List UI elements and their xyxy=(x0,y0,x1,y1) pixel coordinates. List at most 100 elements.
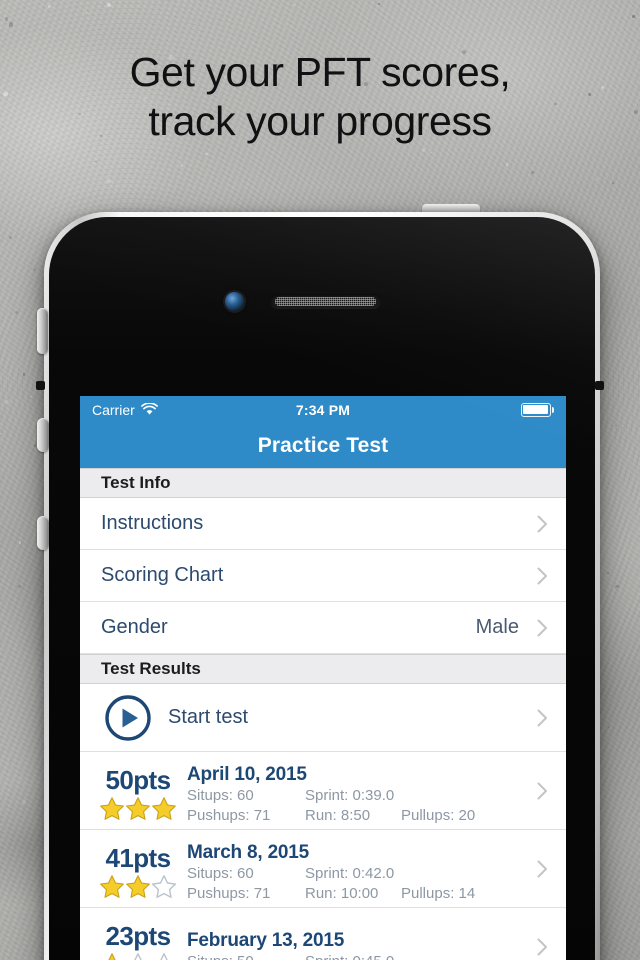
mute-switch[interactable] xyxy=(37,308,48,354)
result-stat: Run: 8:50 xyxy=(305,806,371,824)
texture-speck xyxy=(85,12,87,14)
left-antenna-band xyxy=(36,381,45,390)
chevron-right-icon xyxy=(537,619,547,636)
carrier-indicator: Carrier xyxy=(92,402,158,418)
row-scoring-chart[interactable]: Scoring Chart xyxy=(80,550,566,602)
star-empty-icon xyxy=(152,874,176,898)
section-header-test-results: Test Results xyxy=(80,654,566,684)
front-camera-icon xyxy=(225,292,244,311)
status-bar: Carrier 7:34 PM xyxy=(80,396,566,423)
result-stat: Situps: 60 xyxy=(187,864,254,882)
result-details: March 8, 2015 Situps: 60 Sprint: 0:42.0 Pus… xyxy=(187,830,537,907)
star-filled-icon xyxy=(152,796,176,820)
result-stat: Sprint: 0:45.0 xyxy=(305,952,394,960)
chevron-right-icon xyxy=(537,515,547,532)
texture-speck xyxy=(47,4,51,9)
battery-body xyxy=(520,402,551,417)
texture-speck xyxy=(179,163,183,167)
result-details: April 10, 2015 Situps: 60 Sprint: 0:39.0 Pu… xyxy=(187,752,537,829)
promo-headline-line-1: Get your PFT scores, xyxy=(129,49,511,95)
volume-up-button[interactable] xyxy=(37,418,49,452)
battery-full-icon xyxy=(520,402,554,417)
texture-speck xyxy=(445,20,448,23)
star-empty-icon xyxy=(133,952,143,960)
result-date: April 10, 2015 xyxy=(187,763,307,785)
star-rating xyxy=(99,796,177,821)
star-rating xyxy=(99,952,177,960)
row-accessory xyxy=(537,908,548,960)
row-accessory xyxy=(537,752,548,829)
page-title: Practice Test xyxy=(257,433,389,457)
star-filled-icon xyxy=(100,796,124,820)
star-empty-icon xyxy=(159,952,169,960)
play-circle-icon xyxy=(105,694,151,741)
result-points: 41pts xyxy=(105,842,172,873)
star-filled-icon xyxy=(108,952,116,960)
result-score-block: 23pts xyxy=(89,908,187,960)
row-accessory xyxy=(537,830,548,907)
carrier-label: Carrier xyxy=(92,401,135,418)
iphone-device-mockup: Carrier 7:34 PM Practice Test Test Info … xyxy=(24,196,616,960)
result-details: February 13, 2015Situps: 50Sprint: 0:45.… xyxy=(187,908,537,960)
result-stat-line: Pushups: 71 Run: 8:50 Pullups: 20 xyxy=(187,806,537,826)
texture-speck xyxy=(15,310,19,314)
right-antenna-band xyxy=(595,381,604,390)
texture-speck xyxy=(632,14,635,18)
navigation-bar: Practice Test xyxy=(80,423,566,468)
result-date: February 13, 2015 xyxy=(187,929,345,951)
result-stat: Situps: 60 xyxy=(187,786,254,804)
result-stat: Situps: 50 xyxy=(187,952,305,960)
test-results-list: 50pts April 10, 2015 Situps: 60 Sprint: 0:3… xyxy=(80,752,566,960)
battery-cap xyxy=(551,406,554,413)
wifi-icon xyxy=(140,403,158,415)
result-stat: Sprint: 0:39.0 xyxy=(305,786,395,804)
row-gender-label: Gender xyxy=(101,616,168,638)
result-score-block: 41pts xyxy=(89,830,187,907)
star-rating xyxy=(99,874,177,899)
result-points: 23pts xyxy=(105,920,172,951)
texture-speck xyxy=(205,152,208,156)
chevron-right-icon xyxy=(537,860,547,877)
speaker-mesh xyxy=(275,297,376,306)
result-stat: Pullups: 14 xyxy=(401,884,476,902)
result-score-block: 50pts xyxy=(89,752,187,829)
texture-speck xyxy=(17,584,21,588)
result-stat: Pushups: 71 xyxy=(187,884,271,902)
star-filled-icon xyxy=(126,874,150,898)
phone-screen[interactable]: Carrier 7:34 PM Practice Test Test Info … xyxy=(80,396,566,960)
promo-headline: Get your PFT scores, track your progress xyxy=(0,48,640,146)
section-header-test-info: Test Info xyxy=(80,468,566,498)
result-stat: Pushups: 71 xyxy=(187,806,271,824)
chevron-right-icon xyxy=(537,567,547,584)
result-date: March 8, 2015 xyxy=(187,841,310,863)
result-stat-line: Situps: 60 Sprint: 0:39.0 xyxy=(187,786,537,806)
row-scoring-chart-label: Scoring Chart xyxy=(101,564,224,586)
star-filled-icon xyxy=(100,874,124,898)
row-gender-value: Male xyxy=(475,616,519,638)
volume-down-button[interactable] xyxy=(37,516,49,550)
texture-speck xyxy=(531,171,534,174)
result-stat: Sprint: 0:42.0 xyxy=(305,864,395,882)
earpiece-speaker xyxy=(270,294,381,309)
table-row[interactable]: 23pts February 13, 2015Situps: 50Sprint: … xyxy=(80,908,566,960)
star-filled-icon xyxy=(126,796,150,820)
row-gender[interactable]: Gender Male xyxy=(80,602,566,654)
chevron-right-icon xyxy=(537,938,547,955)
chevron-right-icon xyxy=(537,709,547,726)
row-instructions-label: Instructions xyxy=(101,512,204,534)
row-instructions[interactable]: Instructions xyxy=(80,498,566,550)
texture-speck xyxy=(4,17,9,21)
start-test-label: Start test xyxy=(168,706,249,728)
result-stat-line: Situps: 60 Sprint: 0:42.0 xyxy=(187,864,537,884)
texture-speck xyxy=(8,235,12,239)
result-stat: Run: 10:00 xyxy=(305,884,379,902)
texture-speck xyxy=(594,177,599,181)
promo-headline-line-2: track your progress xyxy=(148,98,492,144)
result-stat-line: Situps: 50Sprint: 0:45.0 xyxy=(187,952,537,960)
result-stat: Pullups: 20 xyxy=(401,806,476,824)
table-row[interactable]: 50pts April 10, 2015 Situps: 60 Sprint: 0:3… xyxy=(80,752,566,830)
table-row[interactable]: 41pts March 8, 2015 Situps: 60 Sprint: 0:42… xyxy=(80,830,566,908)
settings-list: Test Info Instructions Scoring Chart Gen… xyxy=(80,468,566,960)
row-start-test[interactable]: Start test xyxy=(80,684,566,752)
chevron-right-icon xyxy=(537,782,547,799)
